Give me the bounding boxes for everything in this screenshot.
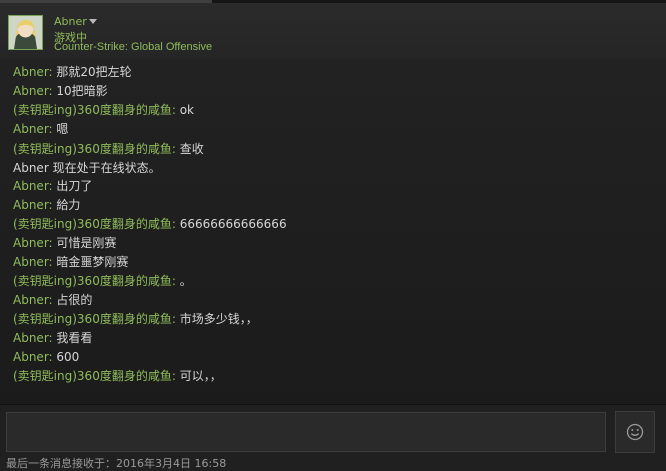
message-sender: (卖钥匙ing)360度翻身的咸鱼 <box>13 142 172 156</box>
chat-message: (卖钥匙ing)360度翻身的咸鱼: 。 <box>13 272 192 290</box>
message-sender: Abner <box>13 331 49 345</box>
message-sender: Abner <box>13 198 49 212</box>
message-separator: : <box>171 217 180 231</box>
message-text: 。 <box>179 274 192 288</box>
message-text: 那就20把左轮 <box>56 65 132 79</box>
message-sender: Abner <box>13 65 49 79</box>
chat-message: Abner: 出刀了 <box>13 177 92 195</box>
chat-message: Abner: 占很的 <box>13 291 92 309</box>
chat-message: (卖钥匙ing)360度翻身的咸鱼: 可以，， <box>13 367 222 385</box>
system-message: Abner 现在处于在线状态。 <box>13 159 161 177</box>
message-text: 600 <box>56 350 80 364</box>
message-sender: (卖钥匙ing)360度翻身的咸鱼 <box>13 369 172 383</box>
message-text: 出刀了 <box>56 179 93 193</box>
message-text: 嗯 <box>56 122 69 136</box>
message-sender: (卖钥匙ing)360度翻身的咸鱼 <box>13 274 172 288</box>
message-text: 66666666666666 <box>179 217 287 231</box>
chat-message: Abner: 我看看 <box>13 329 92 347</box>
message-text: 暗金噩梦刚赛 <box>56 255 129 269</box>
emoticon-button[interactable] <box>615 411 655 453</box>
chat-message: Abner: 給力 <box>13 196 80 214</box>
message-separator: : <box>171 142 180 156</box>
chat-message: Abner: 嗯 <box>13 120 68 138</box>
avatar[interactable] <box>8 15 43 50</box>
message-text: 10把暗影 <box>56 84 108 98</box>
message-sender: (卖钥匙ing)360度翻身的咸鱼 <box>13 312 172 326</box>
chat-message: Abner: 暗金噩梦刚赛 <box>13 253 128 271</box>
chat-history[interactable]: Abner: 那就20把左轮 Abner: 10把暗影 (卖钥匙ing)360度… <box>0 59 666 405</box>
message-sender: Abner <box>13 179 49 193</box>
emoticon-icon <box>626 423 644 441</box>
message-sender: Abner <box>13 236 49 250</box>
message-sender: Abner <box>13 293 49 307</box>
message-sender: (卖钥匙ing)360度翻身的咸鱼 <box>13 217 172 231</box>
chat-message: (卖钥匙ing)360度翻身的咸鱼: 查收 <box>13 140 204 158</box>
message-sender: (卖钥匙ing)360度翻身的咸鱼 <box>13 103 172 117</box>
chat-message: Abner: 10把暗影 <box>13 82 108 100</box>
message-text: 我看看 <box>56 331 93 345</box>
message-input[interactable] <box>6 412 606 452</box>
message-text: 給力 <box>56 198 81 212</box>
message-text: 可以，， <box>179 369 222 383</box>
chat-message: Abner: 可惜是刚赛 <box>13 234 116 252</box>
message-text: 可惜是刚赛 <box>56 236 117 250</box>
message-separator: : <box>171 103 180 117</box>
chat-message: (卖钥匙ing)360度翻身的咸鱼: 66666666666666 <box>13 215 287 233</box>
current-game: Counter-Strike: Global Offensive <box>54 41 213 53</box>
message-text: 占很的 <box>56 293 93 307</box>
message-separator: : <box>171 274 180 288</box>
last-message-timestamp: 最后一条消息接收于：2016年3月4日 16:58 <box>6 457 227 470</box>
chat-message: (卖钥匙ing)360度翻身的咸鱼: 市场多少钱，， <box>13 310 258 328</box>
message-separator: : <box>171 369 180 383</box>
message-text: 市场多少钱，， <box>179 312 258 326</box>
message-text: ok <box>179 103 194 117</box>
friend-name[interactable]: Abner <box>54 15 87 28</box>
message-separator: : <box>171 312 180 326</box>
chevron-down-icon[interactable] <box>89 19 97 24</box>
chat-message: Abner: 600 <box>13 348 79 366</box>
chat-header: Abner 游戏中 Counter-Strike: Global Offensi… <box>0 3 666 59</box>
message-sender: Abner <box>13 350 49 364</box>
chat-message: (卖钥匙ing)360度翻身的咸鱼: ok <box>13 101 194 119</box>
message-sender: Abner <box>13 122 49 136</box>
message-sender: Abner <box>13 255 49 269</box>
message-sender: Abner <box>13 84 49 98</box>
compose-area: 最后一条消息接收于：2016年3月4日 16:58 <box>0 405 666 471</box>
online-status-notice: Abner 现在处于在线状态。 <box>13 161 161 175</box>
message-text: 查收 <box>179 142 204 156</box>
chat-message: Abner: 那就20把左轮 <box>13 63 132 81</box>
